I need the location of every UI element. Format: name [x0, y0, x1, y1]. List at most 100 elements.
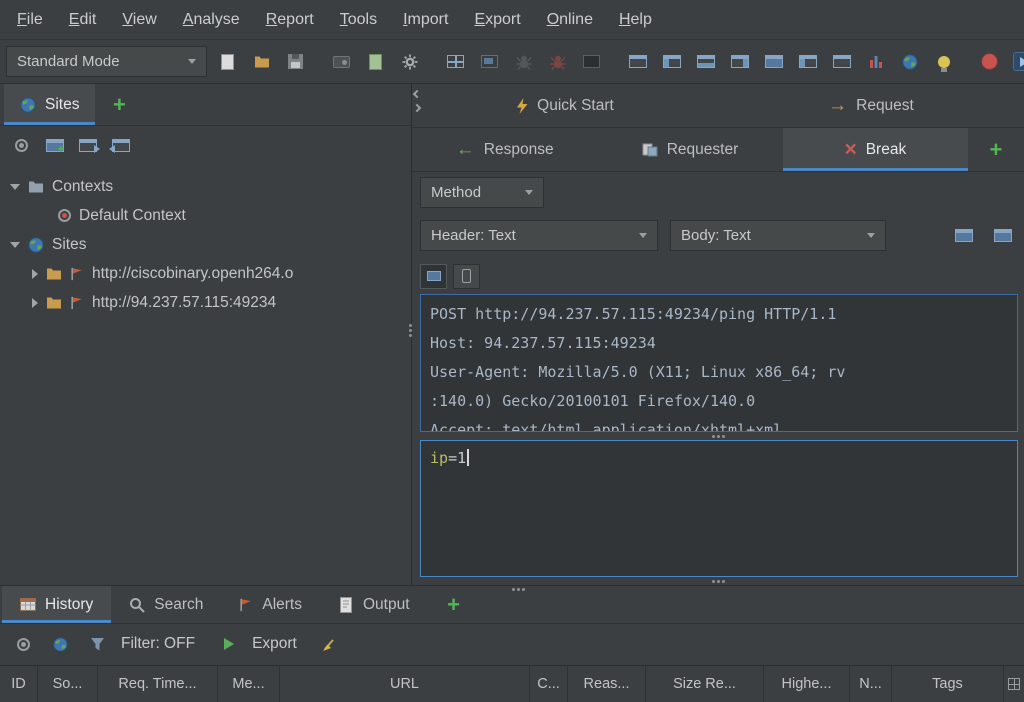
collapse-icon[interactable]	[10, 242, 20, 248]
menu-online[interactable]: Online	[534, 2, 606, 38]
spider-button[interactable]	[510, 49, 537, 75]
workspace-tab-row-1: Quick Start → Request	[412, 84, 1024, 128]
menu-export[interactable]: Export	[461, 2, 533, 38]
tree-item-site-2[interactable]: http://94.237.57.115:49234	[0, 288, 411, 317]
persist-session-button[interactable]	[282, 49, 309, 75]
tab-request[interactable]: → Request	[718, 84, 1024, 127]
request-header-editor[interactable]: POST http://94.237.57.115:49234/ping HTT…	[420, 294, 1018, 432]
clear-history-button[interactable]	[317, 631, 344, 657]
column-header-source[interactable]: So...	[38, 666, 98, 702]
menu-view[interactable]: View	[109, 2, 169, 38]
tab-label: Break	[866, 141, 907, 159]
column-header-note[interactable]: N...	[850, 666, 892, 702]
show-tab-button-2[interactable]	[658, 49, 685, 75]
alert-flag-icon	[239, 597, 253, 613]
hints-button[interactable]	[930, 49, 957, 75]
device-view-button[interactable]	[453, 264, 480, 289]
header-view-select[interactable]: Header: Text	[420, 220, 658, 251]
menu-file[interactable]: File	[4, 2, 56, 38]
filter-button[interactable]	[84, 631, 111, 657]
show-tab-button-5[interactable]	[760, 49, 787, 75]
export-label[interactable]: Export	[252, 635, 297, 653]
maximize-panel-button[interactable]	[476, 49, 503, 75]
column-header-highest-alert[interactable]: Highe...	[764, 666, 850, 702]
new-session-button[interactable]	[214, 49, 241, 75]
column-header-req-time[interactable]: Req. Time...	[98, 666, 218, 702]
screen-view-button[interactable]	[420, 264, 447, 289]
manage-tabs-button[interactable]	[442, 49, 469, 75]
export-button[interactable]	[215, 631, 242, 657]
options-button[interactable]	[396, 49, 423, 75]
menu-report[interactable]: Report	[253, 2, 327, 38]
open-session-button[interactable]	[248, 49, 275, 75]
column-header-method[interactable]: Me...	[218, 666, 280, 702]
menu-analyse[interactable]: Analyse	[170, 2, 253, 38]
column-header-tags[interactable]: Tags	[892, 666, 1004, 702]
menu-tools[interactable]: Tools	[327, 2, 390, 38]
break-toggle-button[interactable]	[976, 49, 1003, 75]
monitors-icon	[481, 55, 498, 68]
tab-quick-start[interactable]: Quick Start	[412, 84, 718, 127]
expand-icon[interactable]	[32, 269, 38, 279]
column-settings-button[interactable]	[1004, 666, 1024, 702]
snapshot-session-button[interactable]	[328, 49, 355, 75]
tree-item-site-1[interactable]: http://ciscobinary.openh264.o	[0, 259, 411, 288]
online-button[interactable]	[896, 49, 923, 75]
body-view-select[interactable]: Body: Text	[670, 220, 886, 251]
add-workspace-tab-button[interactable]: +	[968, 128, 1024, 171]
new-context-button[interactable]	[41, 132, 68, 158]
menu-help[interactable]: Help	[606, 2, 665, 38]
tree-item-default-context[interactable]: Default Context	[0, 201, 411, 230]
tab-alerts[interactable]: Alerts	[221, 586, 320, 623]
splitter-grip[interactable]	[412, 432, 1024, 440]
chart-button[interactable]	[862, 49, 889, 75]
column-header-reason[interactable]: Reas...	[568, 666, 646, 702]
mode-select[interactable]: Standard Mode	[6, 46, 207, 77]
show-tab-button-1[interactable]	[624, 49, 651, 75]
column-header-code[interactable]: C...	[530, 666, 568, 702]
panel-collapse-arrows[interactable]	[414, 91, 420, 111]
break-request-view-button[interactable]	[950, 222, 977, 248]
history-scope-button[interactable]	[10, 631, 37, 657]
session-properties-button[interactable]	[362, 49, 389, 75]
collapse-icon[interactable]	[10, 184, 20, 190]
tab-response[interactable]: ← Response	[412, 128, 597, 171]
tab-search[interactable]: Search	[111, 586, 221, 623]
filter-label[interactable]: Filter: OFF	[121, 635, 195, 653]
tab-history[interactable]: History	[2, 586, 111, 623]
show-tab-button-4[interactable]	[726, 49, 753, 75]
method-select[interactable]: Method	[420, 177, 544, 208]
splitter-grip[interactable]	[412, 577, 1024, 585]
break-response-view-button[interactable]	[989, 222, 1016, 248]
terminal-button[interactable]	[578, 49, 605, 75]
globe-icon	[53, 637, 68, 652]
show-tab-button-6[interactable]	[794, 49, 821, 75]
tree-item-contexts[interactable]: Contexts	[0, 172, 411, 201]
scope-target-button[interactable]	[8, 132, 35, 158]
show-tab-button-3[interactable]	[692, 49, 719, 75]
tab-requester[interactable]: Requester	[597, 128, 782, 171]
new-session-icon	[221, 54, 234, 70]
tab-output[interactable]: Output	[320, 586, 428, 623]
menu-edit[interactable]: Edit	[56, 2, 110, 38]
column-header-url[interactable]: URL	[280, 666, 530, 702]
expand-icon[interactable]	[32, 298, 38, 308]
column-header-size[interactable]: Size Re...	[646, 666, 764, 702]
tree-item-sites[interactable]: Sites	[0, 230, 411, 259]
import-context-button[interactable]	[74, 132, 101, 158]
step-icon	[1013, 52, 1024, 71]
column-header-id[interactable]: ID	[0, 666, 38, 702]
history-sites-button[interactable]	[47, 631, 74, 657]
menu-import[interactable]: Import	[390, 2, 461, 38]
add-bottom-tab-button[interactable]: +	[428, 586, 480, 623]
tab-sites[interactable]: Sites	[4, 84, 95, 125]
export-context-button[interactable]	[107, 132, 134, 158]
add-panel-tab-button[interactable]: +	[95, 84, 143, 125]
show-tab-button-7[interactable]	[828, 49, 855, 75]
active-scan-button[interactable]	[544, 49, 571, 75]
scan-spider-icon	[550, 54, 566, 70]
response-arrow-icon: ←	[456, 140, 475, 159]
request-body-editor[interactable]: ip=1	[420, 440, 1018, 577]
tab-break[interactable]: × Break	[783, 128, 968, 171]
step-button[interactable]	[1010, 49, 1024, 75]
